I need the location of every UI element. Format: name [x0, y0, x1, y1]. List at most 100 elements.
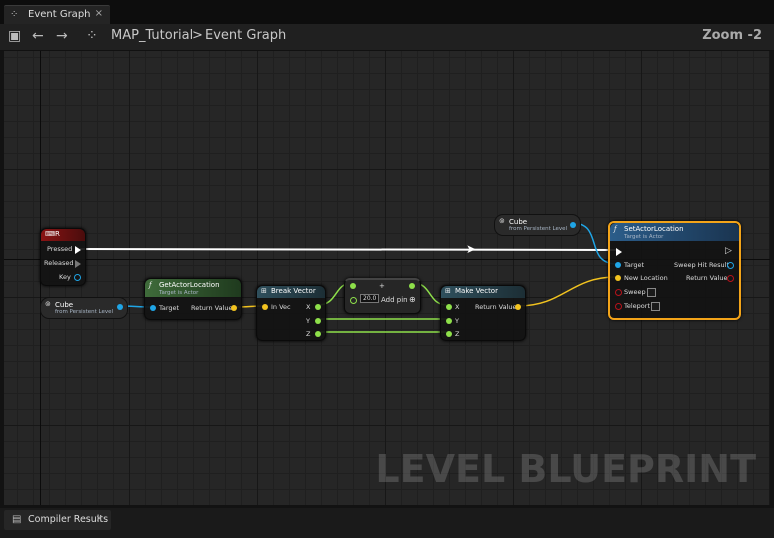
cube-ref-title: Cube [509, 218, 528, 226]
pin-label-teleport: Teleport [624, 302, 650, 310]
exec-output-icon: ▷ [725, 246, 732, 256]
new-location-pin[interactable] [615, 275, 621, 281]
keyboard-icon: ⌨ [45, 230, 56, 238]
z-output-pin[interactable] [315, 331, 321, 337]
pin-label-x: X [306, 303, 311, 311]
add-pin-label[interactable]: Add pin [381, 296, 408, 304]
graph-icon: ⁘ [10, 9, 19, 20]
exec-input-pin[interactable] [616, 248, 622, 256]
make-vector-node[interactable]: ⊞ Make Vector X Y Z Return Value [440, 285, 526, 341]
tab-close-button[interactable]: × [95, 8, 103, 19]
actor-ref-icon: ⊚ [45, 300, 51, 308]
sweep-hit-result-pin[interactable] [727, 262, 734, 269]
x-input-pin[interactable] [446, 304, 452, 310]
actor-ref-icon: ⊚ [499, 217, 505, 225]
add-value-field[interactable]: 20.0 [360, 294, 380, 303]
pin-label-x: X [455, 303, 460, 311]
set-actor-location-subtitle: Target is Actor [624, 234, 664, 240]
hide-unrelated-icon[interactable]: ▣ [8, 28, 21, 44]
pin-label-target: Target [624, 261, 645, 269]
break-vector-node[interactable]: ⊞ Break Vector In Vec X Y Z [256, 285, 326, 341]
y-output-pin[interactable] [315, 318, 321, 324]
add-input-b-pin[interactable] [350, 297, 357, 304]
struct-icon: ⊞ [261, 287, 267, 295]
graph-toolbar: ▣ ← → ⁘ MAP_Tutorial > Event Graph Zoom … [0, 24, 774, 51]
function-icon: ƒ [149, 281, 152, 289]
get-actor-location-subtitle: Target is Actor [159, 290, 199, 296]
break-vector-title: Break Vector [271, 287, 316, 295]
vector-wire[interactable] [517, 276, 617, 307]
pin-label-z: Z [306, 330, 311, 338]
bottom-panel-bar: ▤ Compiler Results × [0, 508, 774, 538]
tab-compiler-results[interactable]: ▤ Compiler Results × [4, 510, 111, 530]
break-vector-header: ⊞ Break Vector [257, 286, 325, 298]
key-event-header: ⌨ R [41, 229, 85, 241]
add-float-node[interactable]: + 20.0 Add pin ⊕ [344, 278, 421, 314]
add-input-a-pin[interactable] [350, 283, 356, 289]
add-pin-icon[interactable]: ⊕ [409, 295, 416, 304]
make-vector-title: Make Vector [455, 287, 498, 295]
function-icon: ƒ [614, 225, 617, 233]
graph-canvas[interactable]: ⌨ R Pressed Released Key ⊚ Cube from Per… [4, 51, 770, 505]
tab-event-graph[interactable]: ⁘ Event Graph × [4, 5, 110, 25]
pin-label-sweep: Sweep [624, 288, 646, 296]
return-value-pin[interactable] [231, 305, 237, 311]
get-actor-location-title: GetActorLocation [159, 281, 220, 289]
cube-ref-subtitle: from Persistent Level [509, 226, 568, 232]
breadcrumb-current[interactable]: Event Graph [205, 28, 286, 43]
back-arrow-icon[interactable]: ← [32, 28, 44, 44]
cube-reference-node[interactable]: ⊚ Cube from Persistent Level [494, 214, 581, 236]
tab-close-button[interactable]: × [95, 514, 103, 524]
breadcrumb-root[interactable]: MAP_Tutorial [111, 28, 193, 43]
forward-arrow-icon[interactable]: → [56, 28, 68, 44]
pin-label-pressed: Pressed [47, 245, 73, 253]
struct-icon: ⊞ [445, 287, 451, 295]
pin-label-key: Key [59, 273, 71, 281]
sweep-pin[interactable] [615, 289, 622, 296]
exec-wire[interactable] [79, 248, 617, 251]
z-input-pin[interactable] [446, 331, 452, 337]
pin-label-y: Y [455, 317, 459, 325]
set-actor-location-title: SetActorLocation [624, 225, 684, 233]
target-pin[interactable] [615, 262, 621, 268]
y-input-pin[interactable] [446, 318, 452, 324]
x-output-pin[interactable] [315, 304, 321, 310]
get-actor-location-header: ƒ GetActorLocation Target is Actor [145, 279, 241, 297]
pressed-exec-pin[interactable] [75, 246, 81, 254]
tab-label: Event Graph [28, 9, 91, 20]
pin-label-y: Y [306, 317, 310, 325]
in-vec-pin[interactable] [262, 304, 268, 310]
cube-output-pin[interactable] [570, 222, 576, 228]
pin-label-return-value: Return Value [686, 274, 728, 282]
target-pin[interactable] [150, 305, 156, 311]
key-event-node[interactable]: ⌨ R Pressed Released Key [40, 228, 86, 286]
tab-bar: ⁘ Event Graph × [0, 0, 774, 25]
cube-ref-title: Cube [55, 301, 74, 309]
released-exec-pin[interactable] [75, 260, 81, 268]
cube-output-pin[interactable] [117, 304, 123, 310]
breadcrumb-separator: > [192, 28, 203, 43]
teleport-pin[interactable] [615, 303, 622, 310]
pin-label-released: Released [44, 259, 74, 267]
pin-label-in-vec: In Vec [271, 303, 291, 311]
pin-label-new-location: New Location [624, 274, 668, 282]
get-actor-location-node[interactable]: ƒ GetActorLocation Target is Actor Targe… [144, 278, 242, 320]
key-struct-pin[interactable] [74, 274, 81, 281]
pin-label-sweep-hit-result: Sweep Hit Result [674, 261, 730, 269]
return-value-pin[interactable] [515, 304, 521, 310]
set-actor-location-node[interactable]: ƒ SetActorLocation Target is Actor ▷ Tar… [608, 221, 741, 320]
return-value-pin[interactable] [727, 275, 734, 282]
teleport-checkbox[interactable] [651, 302, 660, 311]
make-vector-header: ⊞ Make Vector [441, 286, 525, 298]
add-output-pin[interactable] [409, 283, 415, 289]
pin-label-return-value: Return Value [475, 303, 517, 311]
compiler-results-icon: ▤ [12, 514, 22, 525]
mouse-cursor-icon: ➤ [466, 242, 477, 256]
sweep-checkbox[interactable] [647, 288, 656, 297]
set-actor-location-header: ƒ SetActorLocation Target is Actor [610, 223, 739, 241]
cube-ref-subtitle: from Persistent Level [55, 309, 114, 315]
cube-reference-node[interactable]: ⊚ Cube from Persistent Level [40, 297, 128, 319]
key-event-title: R [55, 230, 60, 238]
pin-label-target: Target [159, 304, 180, 312]
add-operator: + [379, 282, 385, 290]
